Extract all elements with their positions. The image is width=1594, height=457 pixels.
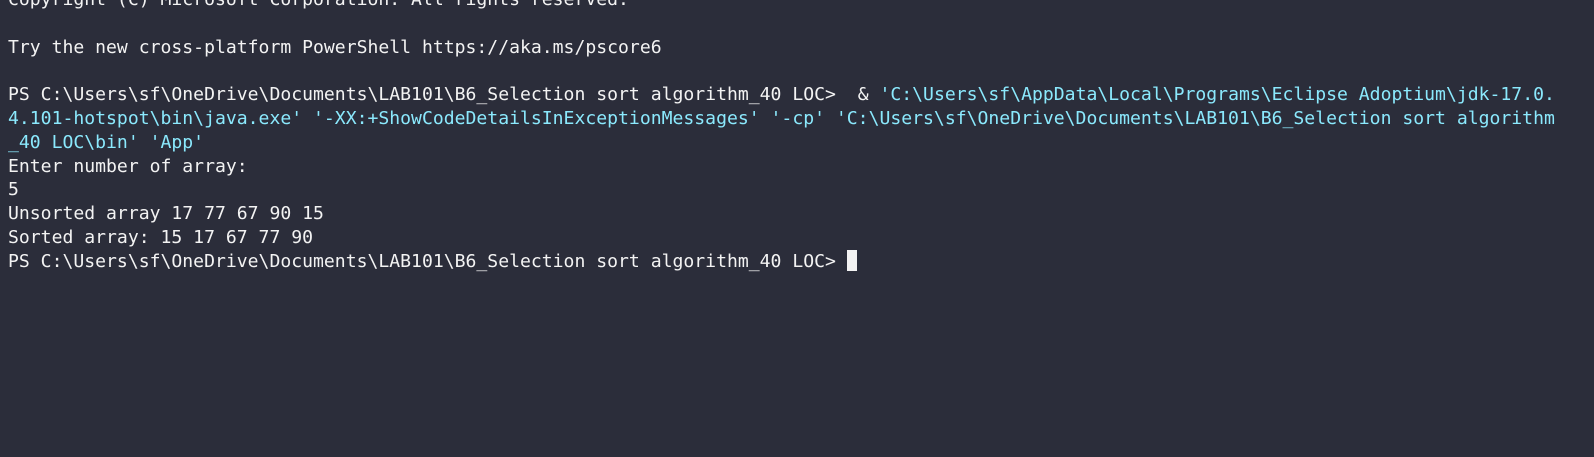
command-args: 'C:\Users\sf\AppData\Local\Programs\Ecli… (879, 84, 1555, 106)
output-enter-prompt: Enter number of array: (8, 155, 248, 177)
call-operator: & (857, 84, 880, 106)
command-line-1: PS C:\Users\sf\OneDrive\Documents\LAB101… (8, 83, 1594, 107)
copyright-line: Copyright (C) Microsoft Corporation. All… (8, 0, 1594, 12)
terminal-output: Copyright (C) Microsoft Corporation. All… (8, 0, 1594, 274)
prompt-text: PS C:\Users\sf\OneDrive\Documents\LAB101… (8, 84, 858, 106)
output-sorted: Sorted array: 15 17 67 77 90 (8, 226, 314, 248)
pscore-hint-line: Try the new cross-platform PowerShell ht… (8, 36, 662, 58)
text-cursor[interactable] (846, 249, 857, 271)
command-line-2: 4.101-hotspot\bin\java.exe' '-XX:+ShowCo… (8, 107, 1555, 129)
output-user-input: 5 (8, 179, 19, 201)
command-line-3: _40 LOC\bin' 'App' (8, 131, 205, 153)
current-prompt-line[interactable]: PS C:\Users\sf\OneDrive\Documents\LAB101… (8, 249, 1594, 274)
output-unsorted: Unsorted array 17 77 67 90 15 (8, 203, 324, 225)
terminal-window[interactable]: Copyright (C) Microsoft Corporation. All… (0, 0, 1594, 457)
prompt-text: PS C:\Users\sf\OneDrive\Documents\LAB101… (8, 250, 847, 272)
